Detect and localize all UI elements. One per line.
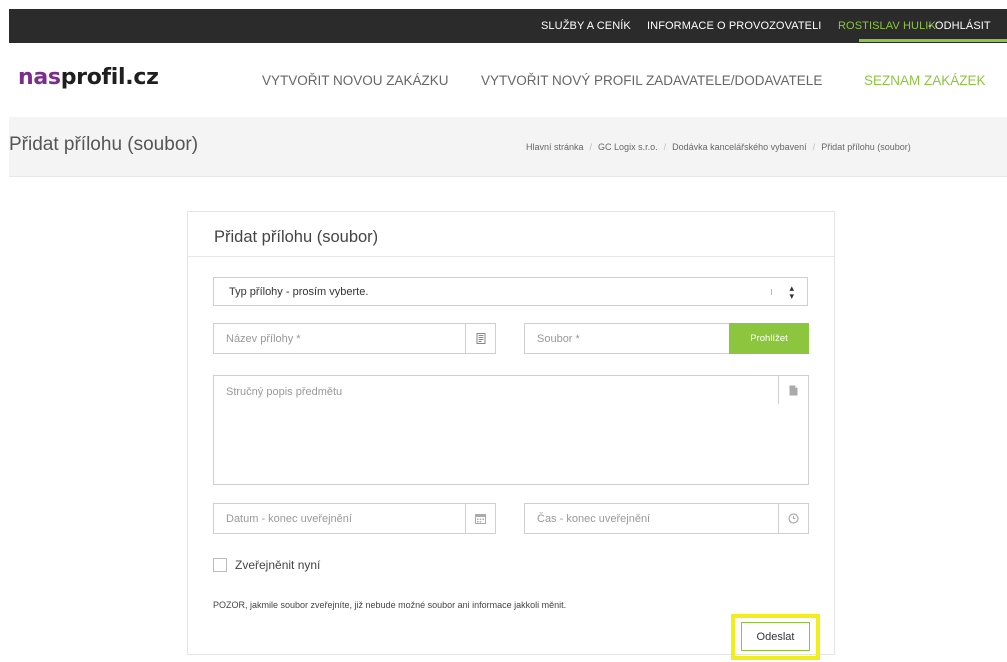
breadcrumb-home[interactable]: Hlavní stránka <box>526 142 584 152</box>
file-field[interactable]: Soubor * Prohlížet <box>524 323 809 354</box>
description-placeholder: Stručný popis předmětu <box>226 386 343 398</box>
publish-warning-text: POZOR, jakmile soubor zveřejníte, již ne… <box>213 600 567 610</box>
attachment-type-value: Typ přílohy - prosím vyberte. <box>229 286 369 298</box>
active-user-underline <box>859 39 1007 42</box>
publish-end-date-placeholder: Datum - konec uveřejnění <box>226 513 352 525</box>
submit-button[interactable]: Odeslat <box>741 622 810 651</box>
logout-link[interactable]: - ODHLÁSIT <box>928 20 991 32</box>
page-title: Přidat přílohu (soubor) <box>9 134 199 155</box>
publish-end-time-placeholder: Čas - konec uveřejnění <box>537 513 651 525</box>
browse-button[interactable]: Prohlížet <box>729 323 809 354</box>
breadcrumb-separator: / <box>589 142 593 152</box>
operator-info-link[interactable]: INFORMACE O PROVOZOVATELI <box>647 20 821 32</box>
document-icon <box>465 324 495 353</box>
file-placeholder: Soubor * <box>537 333 580 345</box>
file-icon <box>778 376 808 404</box>
select-divider <box>771 289 772 295</box>
calendar-icon[interactable] <box>465 504 495 533</box>
description-textarea[interactable]: Stručný popis předmětu <box>213 375 809 485</box>
logo-part-profil: profil.cz <box>60 65 159 90</box>
nav-contract-list[interactable]: SEZNAM ZAKÁZEK <box>864 73 986 88</box>
publish-now-checkbox[interactable] <box>213 558 227 572</box>
publish-end-time-field[interactable]: Čas - konec uveřejnění <box>524 503 809 534</box>
attachment-name-field[interactable]: Název přílohy * <box>213 323 496 354</box>
attachment-type-select[interactable]: Typ přílohy - prosím vyberte. ▴ ▾ <box>213 277 808 306</box>
page-title-bar: Přidat přílohu (soubor) Hlavní stránka / G… <box>9 117 1007 177</box>
services-link[interactable]: SLUŽBY A CENÍK <box>541 20 631 32</box>
card-title: Přidat přílohu (soubor) <box>214 228 379 246</box>
breadcrumb-separator: / <box>812 142 816 152</box>
clock-icon[interactable] <box>778 504 808 533</box>
breadcrumb-current: Přidat přílohu (soubor) <box>821 142 911 152</box>
user-name-link[interactable]: ROSTISLAV HULIK <box>838 20 936 32</box>
publish-now-label[interactable]: Zveřejněnit nyní <box>235 558 320 572</box>
nav-new-contract[interactable]: VYTVOŘIT NOVOU ZAKÁZKU <box>262 73 449 88</box>
breadcrumb-contract[interactable]: Dodávka kancelářského vybavení <box>672 142 807 152</box>
breadcrumb: Hlavní stránka / GC Logix s.r.o. / Dodávka k… <box>526 142 911 152</box>
nav-new-profile[interactable]: VYTVOŘIT NOVÝ PROFIL ZADAVATELE/DODAVATE… <box>481 73 822 88</box>
logo-part-nas: nas <box>18 65 61 90</box>
publish-end-date-field[interactable]: Datum - konec uveřejnění <box>213 503 496 534</box>
top-bar: SLUŽBY A CENÍK INFORMACE O PROVOZOVATELI… <box>9 9 1007 43</box>
attachment-name-placeholder: Název přílohy * <box>226 333 301 345</box>
breadcrumb-separator: / <box>663 142 667 152</box>
card-header: Přidat přílohu (soubor) <box>188 212 834 257</box>
breadcrumb-company[interactable]: GC Logix s.r.o. <box>598 142 658 152</box>
site-header: nasprofil.cz VYTVOŘIT NOVOU ZAKÁZKU VYTV… <box>9 43 1007 117</box>
site-logo[interactable]: nasprofil.cz <box>18 65 159 90</box>
select-arrows-icon: ▴ ▾ <box>789 283 794 301</box>
